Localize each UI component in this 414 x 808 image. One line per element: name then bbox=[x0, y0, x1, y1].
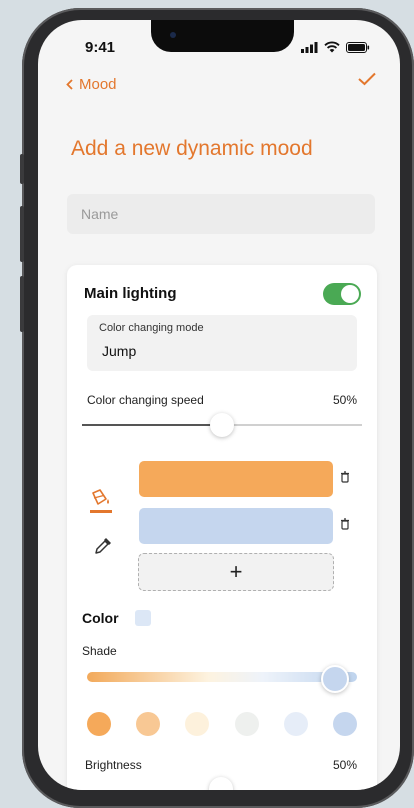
back-label: Mood bbox=[79, 76, 117, 93]
color-preset[interactable] bbox=[283, 712, 308, 736]
main-lighting-card: Main lighting Color changing mode Jump C… bbox=[67, 265, 377, 790]
confirm-button[interactable] bbox=[358, 72, 376, 91]
chevron-left-icon bbox=[66, 79, 73, 90]
mute-switch bbox=[20, 154, 24, 184]
main-lighting-toggle[interactable] bbox=[323, 283, 361, 305]
color-preset[interactable] bbox=[185, 712, 210, 736]
paint-bucket-icon[interactable] bbox=[89, 489, 113, 522]
speed-slider-thumb[interactable] bbox=[210, 413, 234, 437]
page-title: Add a new dynamic mood bbox=[71, 137, 313, 160]
brightness-value: 50% bbox=[332, 758, 357, 772]
color-preset[interactable] bbox=[87, 712, 111, 736]
color-mode-label: Color changing mode bbox=[99, 322, 204, 334]
signal-icon bbox=[301, 41, 318, 53]
status-time: 9:41 bbox=[85, 39, 116, 56]
camera bbox=[170, 32, 176, 38]
trash-icon[interactable] bbox=[340, 470, 350, 488]
volume-up-button bbox=[20, 206, 24, 262]
color-mode-value: Jump bbox=[102, 343, 137, 359]
color-presets bbox=[87, 712, 357, 736]
status-icons bbox=[301, 41, 370, 53]
color-preset[interactable] bbox=[234, 712, 259, 736]
add-color-button[interactable]: + bbox=[138, 553, 334, 591]
volume-down-button bbox=[20, 276, 24, 332]
name-input[interactable] bbox=[67, 194, 375, 234]
brightness-slider-thumb[interactable] bbox=[209, 777, 233, 790]
current-color-chip bbox=[135, 610, 151, 626]
speed-value: 50% bbox=[332, 393, 357, 407]
color-label: Color bbox=[82, 610, 119, 626]
back-button[interactable]: Mood bbox=[66, 76, 117, 93]
color-swatch[interactable] bbox=[139, 508, 333, 544]
shade-slider-thumb[interactable] bbox=[321, 665, 350, 693]
main-lighting-title: Main lighting bbox=[84, 285, 177, 302]
speed-slider-fill bbox=[82, 424, 222, 426]
brightness-label: Brightness bbox=[85, 758, 142, 772]
trash-icon[interactable] bbox=[340, 517, 350, 535]
color-mode-select[interactable]: Color changing mode Jump bbox=[87, 315, 357, 371]
notch bbox=[151, 20, 294, 52]
color-swatch[interactable] bbox=[139, 461, 333, 497]
toggle-knob bbox=[341, 285, 359, 303]
speed-label: Color changing speed bbox=[87, 393, 204, 407]
eyedropper-icon[interactable] bbox=[94, 535, 114, 560]
battery-icon bbox=[346, 41, 370, 53]
color-preset[interactable] bbox=[136, 712, 161, 736]
checkmark-icon bbox=[358, 72, 376, 86]
color-preset[interactable] bbox=[332, 712, 357, 736]
shade-label: Shade bbox=[82, 644, 117, 658]
wifi-icon bbox=[324, 41, 340, 53]
phone-screen: 9:41 Mood Add a new dynamic mood Name Ma… bbox=[38, 20, 400, 790]
shade-slider-track[interactable] bbox=[87, 672, 357, 682]
plus-icon: + bbox=[229, 559, 243, 584]
